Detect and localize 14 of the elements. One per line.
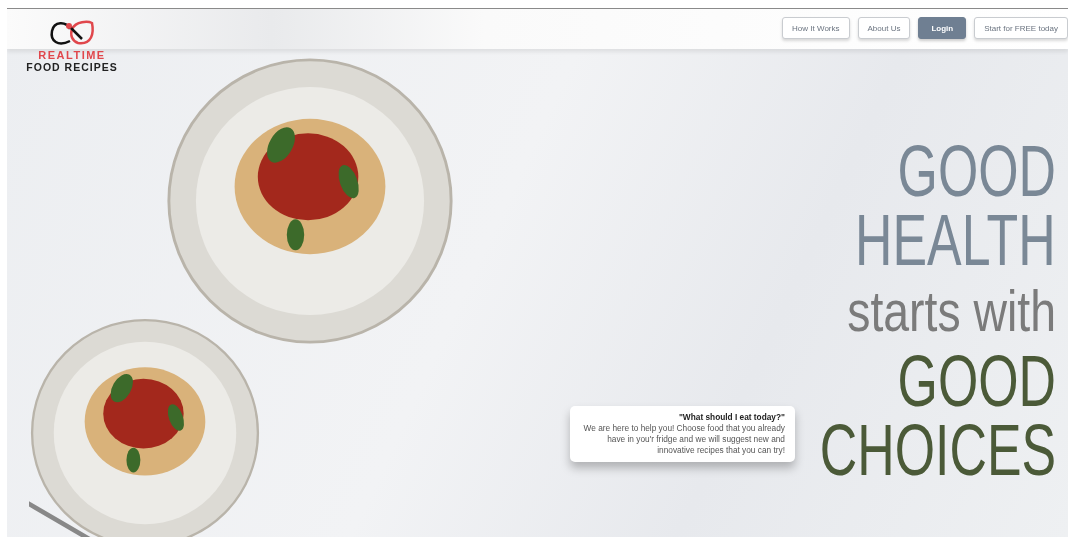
callout-title: "What should I eat today?"	[677, 412, 785, 423]
callout-text: We are here to help you! Choose food that you already have in you'r fridge and we will suggest new and innovative recipes that you can try!	[583, 423, 785, 455]
headline-text: GOOD	[897, 137, 1056, 206]
headline-text: GOOD	[897, 347, 1056, 416]
logo-text: FOOD RECIPES	[26, 61, 118, 73]
headline-text: CHOICES	[819, 416, 1056, 485]
logo-text: REALTIME	[38, 49, 106, 61]
logo-icon	[48, 19, 96, 47]
nav-button[interactable]: How It Works	[782, 17, 850, 39]
nav-button[interactable]: Login	[918, 17, 967, 39]
headline-text: HEALTH	[855, 206, 1056, 275]
headline-text: starts with	[847, 277, 1056, 345]
nav-button[interactable]: About Us	[857, 17, 911, 39]
nav-button[interactable]: Start for FREE today	[974, 17, 1068, 39]
